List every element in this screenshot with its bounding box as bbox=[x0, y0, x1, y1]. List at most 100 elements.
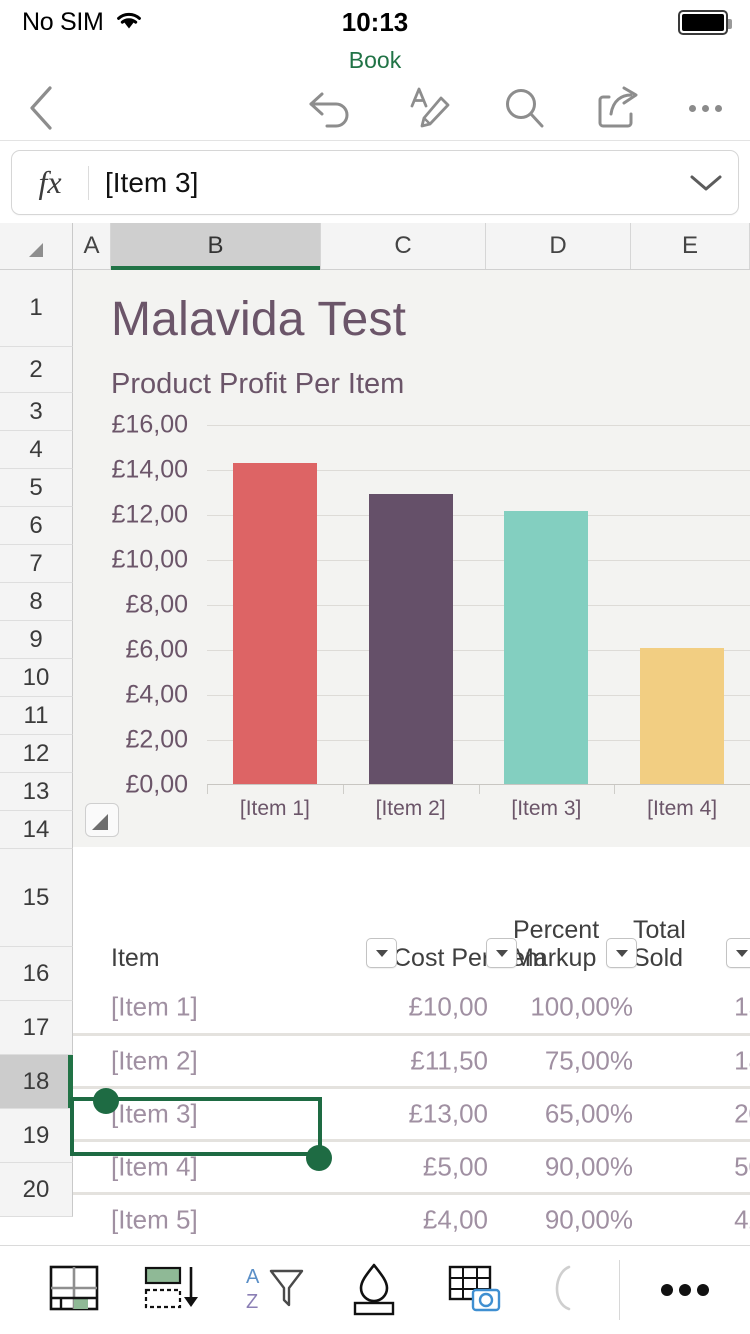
row-header-label: 14 bbox=[22, 815, 50, 843]
row-header-7[interactable]: 7 bbox=[0, 545, 73, 583]
back-button[interactable] bbox=[24, 83, 74, 133]
row-header-label: 17 bbox=[22, 1013, 50, 1041]
filter-dropdown-icon[interactable] bbox=[606, 938, 637, 968]
freeze-panes-icon bbox=[49, 1265, 99, 1310]
row-header-1[interactable]: 1 bbox=[0, 270, 73, 347]
top-toolbar bbox=[0, 76, 750, 141]
table-row[interactable]: [Item 4] £5,00 90,00% 50 bbox=[73, 1139, 750, 1192]
undo-icon bbox=[309, 92, 349, 128]
fill-color-button[interactable] bbox=[343, 1259, 405, 1322]
formula-bar[interactable]: fx [Item 3] bbox=[11, 150, 739, 215]
table-cell-markup: 90,00% bbox=[544, 1204, 633, 1235]
row-header-label: 12 bbox=[22, 739, 50, 767]
row-header-11[interactable]: 11 bbox=[0, 697, 73, 735]
edit-button[interactable] bbox=[405, 84, 453, 132]
filter-dropdown-icon[interactable] bbox=[726, 938, 750, 968]
column-header-label: C bbox=[394, 232, 412, 259]
select-all-triangle-icon[interactable] bbox=[0, 223, 73, 269]
row-header-label: 19 bbox=[22, 1121, 50, 1149]
column-header-d[interactable]: D bbox=[486, 223, 631, 269]
sheet-canvas[interactable]: Malavida Test Product Profit Per Item £0… bbox=[70, 270, 750, 1280]
column-header-e[interactable]: E bbox=[631, 223, 750, 269]
document-title[interactable]: Book bbox=[0, 44, 750, 76]
chart-object[interactable]: Malavida Test Product Profit Per Item £0… bbox=[73, 270, 750, 847]
column-header-label: B bbox=[207, 232, 224, 259]
row-header-13[interactable]: 13 bbox=[0, 773, 73, 811]
row-header-14[interactable]: 14 bbox=[0, 811, 73, 849]
svg-text:Z: Z bbox=[246, 1291, 258, 1313]
row-header-label: 18 bbox=[22, 1067, 50, 1095]
row-header-20[interactable]: 20 bbox=[0, 1163, 73, 1217]
table-row[interactable]: [Item 2] £11,50 75,00% 18 bbox=[73, 1033, 750, 1086]
row-header-label: 20 bbox=[22, 1175, 50, 1203]
row-header-16[interactable]: 16 bbox=[0, 947, 73, 1001]
undo-button[interactable] bbox=[305, 86, 357, 130]
formula-expand-button[interactable] bbox=[674, 172, 738, 194]
more-options-button[interactable] bbox=[689, 104, 722, 112]
chart-bar[interactable] bbox=[504, 510, 589, 784]
row-header-19[interactable]: 19 bbox=[0, 1109, 73, 1163]
chart-subtitle: Product Profit Per Item bbox=[111, 368, 405, 400]
chart-resize-handle-icon[interactable] bbox=[85, 803, 119, 837]
row-header-15[interactable]: 15 bbox=[0, 849, 73, 947]
chart-bar[interactable] bbox=[368, 494, 453, 784]
table-cell-item: [Item 4] bbox=[111, 1151, 198, 1182]
filter-dropdown-icon[interactable] bbox=[486, 938, 517, 968]
column-header-c[interactable]: C bbox=[321, 223, 486, 269]
table-column-header[interactable]: Item bbox=[111, 944, 160, 972]
table-row[interactable]: [Item 1] £10,00 100,00% 15 bbox=[73, 980, 750, 1033]
function-icon[interactable]: fx bbox=[12, 164, 88, 201]
selection-handle-top-left[interactable] bbox=[93, 1088, 119, 1114]
row-header-2[interactable]: 2 bbox=[0, 347, 73, 393]
autosum-button[interactable] bbox=[542, 1259, 582, 1322]
chart-x-tick bbox=[614, 785, 616, 794]
table-row[interactable]: [Item 3] £13,00 65,00% 20 bbox=[73, 1086, 750, 1139]
row-header-label: 6 bbox=[29, 511, 43, 539]
row-header-label: 2 bbox=[29, 355, 43, 383]
table-cell-cost: £5,00 bbox=[422, 1151, 488, 1182]
chart-y-tick-label: £14,00 bbox=[111, 455, 188, 484]
table-cell-sold: 50 bbox=[734, 1151, 750, 1182]
chart-title: Malavida Test bbox=[111, 293, 407, 346]
battery-full-icon bbox=[678, 9, 732, 35]
row-header-label: 7 bbox=[29, 549, 43, 577]
row-header-18[interactable]: 18 bbox=[0, 1055, 73, 1109]
bottom-more-button[interactable] bbox=[620, 1284, 750, 1296]
chart-bar[interactable] bbox=[232, 463, 317, 784]
formula-input[interactable]: [Item 3] bbox=[89, 167, 674, 199]
row-header-12[interactable]: 12 bbox=[0, 735, 73, 773]
search-button[interactable] bbox=[501, 85, 547, 131]
row-header-17[interactable]: 17 bbox=[0, 1001, 73, 1055]
row-header-3[interactable]: 3 bbox=[0, 393, 73, 431]
selection-handle-bottom-right[interactable] bbox=[306, 1145, 332, 1171]
row-header-9[interactable]: 9 bbox=[0, 621, 73, 659]
chart-bar[interactable] bbox=[640, 647, 725, 784]
table-column-header[interactable]: Total Sold bbox=[633, 916, 733, 972]
table-cell-sold: 20 bbox=[734, 1098, 750, 1129]
table-cell-cost: £11,50 bbox=[410, 1045, 488, 1076]
filter-dropdown-icon[interactable] bbox=[366, 938, 397, 968]
chart-y-tick-label: £6,00 bbox=[125, 635, 188, 664]
chart-x-tick-label: [Item 2] bbox=[375, 797, 446, 820]
table-snapshot-button[interactable] bbox=[443, 1259, 505, 1322]
row-header-8[interactable]: 8 bbox=[0, 583, 73, 621]
row-header-6[interactable]: 6 bbox=[0, 507, 73, 545]
chart-y-axis-labels: £0,00 £2,00 £4,00 £6,00 £8,00 £10,00 £12,00 £14… bbox=[73, 411, 198, 799]
table-cell-markup: 65,00% bbox=[544, 1098, 633, 1129]
chart-y-tick-label: £8,00 bbox=[125, 590, 188, 619]
chart-x-tick-label: [Item 3] bbox=[511, 797, 582, 820]
row-header-label: 16 bbox=[22, 959, 50, 987]
column-header-b[interactable]: B bbox=[111, 223, 321, 270]
share-button[interactable] bbox=[595, 84, 641, 132]
sort-filter-button[interactable]: A Z bbox=[240, 1259, 306, 1322]
fill-down-button[interactable] bbox=[140, 1259, 202, 1322]
column-header-a[interactable]: A bbox=[73, 223, 111, 269]
row-header-4[interactable]: 4 bbox=[0, 431, 73, 469]
edit-text-pencil-icon bbox=[410, 87, 450, 128]
row-header-5[interactable]: 5 bbox=[0, 469, 73, 507]
row-header-10[interactable]: 10 bbox=[0, 659, 73, 697]
column-headers: A B C D E bbox=[0, 223, 750, 270]
freeze-panes-button[interactable] bbox=[45, 1259, 103, 1322]
wifi-icon bbox=[114, 9, 144, 36]
table-row[interactable]: [Item 5] £4,00 90,00% 42 bbox=[73, 1192, 750, 1245]
